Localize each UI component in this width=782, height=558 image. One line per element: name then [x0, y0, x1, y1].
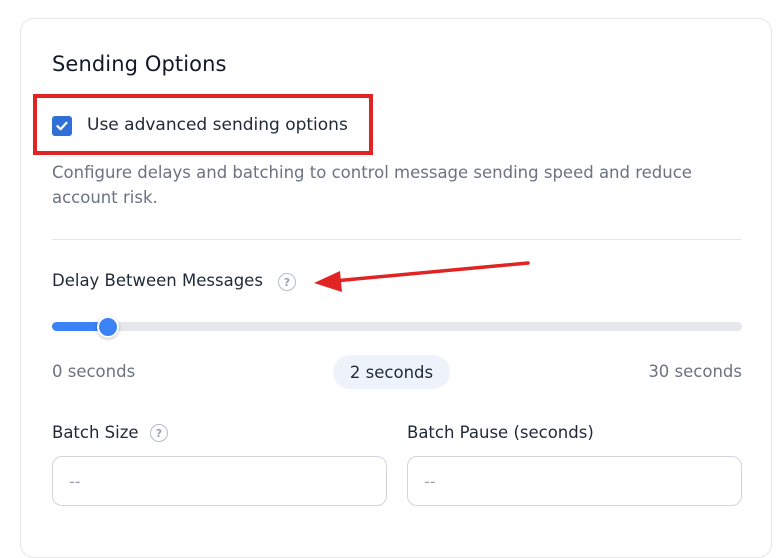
delay-min-label: 0 seconds	[52, 362, 136, 381]
delay-slider-thumb[interactable]	[97, 316, 119, 338]
section-title: Sending Options	[52, 52, 227, 76]
delay-value-badge: 2 seconds	[333, 355, 450, 389]
checkmark-icon	[56, 121, 68, 131]
delay-label: Delay Between Messages	[52, 271, 263, 290]
batch-size-help-icon[interactable]: ?	[150, 424, 168, 442]
section-divider	[52, 239, 742, 240]
batch-size-label: Batch Size	[52, 423, 139, 442]
advanced-options-description: Configure delays and batching to control…	[52, 163, 692, 207]
advanced-options-checkbox[interactable]	[52, 116, 72, 136]
batch-pause-input[interactable]	[407, 456, 742, 506]
delay-help-icon[interactable]: ?	[278, 273, 296, 291]
advanced-options-label[interactable]: Use advanced sending options	[87, 115, 348, 135]
delay-slider[interactable]	[52, 316, 742, 338]
batch-size-input[interactable]	[52, 456, 387, 506]
delay-max-label: 30 seconds	[648, 362, 742, 381]
batch-pause-label: Batch Pause (seconds)	[407, 423, 594, 442]
annotation-arrow-icon	[314, 261, 530, 292]
